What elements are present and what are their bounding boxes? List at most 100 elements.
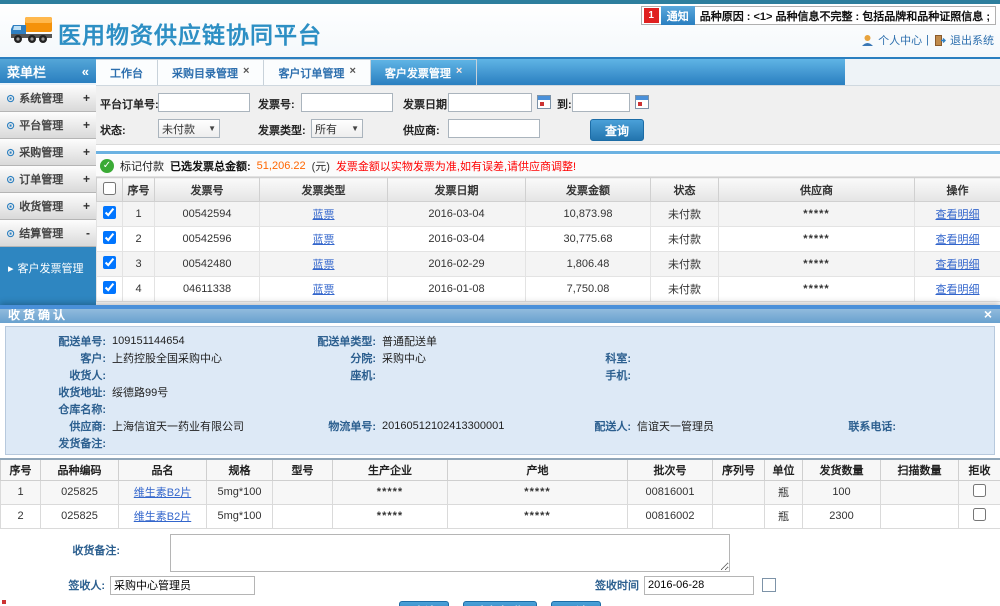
receipt-remark-label: 收货备注: [0, 534, 120, 572]
total-amount-value: 51,206.22 [257, 160, 306, 172]
truck-logo-icon [10, 14, 54, 46]
sign-row: 签收人: 签收时间 [0, 576, 1000, 595]
sidebar-collapse-icon[interactable]: « [82, 64, 89, 79]
view-detail-link[interactable]: 查看明细 [915, 227, 1000, 252]
view-detail-link[interactable]: 查看明细 [915, 252, 1000, 277]
cell-amount: 7,750.08 [526, 277, 651, 302]
invoice-table-header: 序号 发票号 发票类型 发票日期 发票金额 状态 供应商 操作 [97, 178, 1000, 202]
menu-bullet-icon: ⊙ [6, 173, 15, 186]
invoice-type-link[interactable]: 蓝票 [260, 277, 388, 302]
invoice-type-link[interactable]: 蓝票 [260, 227, 388, 252]
signer-input[interactable] [110, 576, 255, 595]
sidebar-menu-item[interactable]: ⊙ 结算管理 - [0, 220, 96, 247]
row-checkbox[interactable] [103, 281, 116, 294]
calendar-icon[interactable] [635, 95, 649, 109]
calendar-icon[interactable] [762, 578, 776, 592]
tab[interactable]: 采购目录管理 × [158, 59, 264, 85]
sidebar-menu-item[interactable]: ⊙ 订单管理 + [0, 166, 96, 193]
reject-checkbox[interactable] [973, 484, 986, 497]
sign-time-input[interactable] [644, 576, 754, 595]
notification-button[interactable]: 通知 [661, 6, 695, 25]
expand-toggle-icon[interactable]: + [83, 199, 90, 213]
column-header: 批次号 [628, 459, 713, 480]
receipt-remark-textarea[interactable] [170, 534, 730, 572]
reject-checkbox[interactable] [973, 508, 986, 521]
tab-close-icon[interactable]: × [349, 65, 355, 77]
invoice-type-select[interactable]: 所有 ▼ [311, 119, 363, 138]
chevron-down-icon: ▼ [208, 124, 216, 133]
cell-seq: 4 [123, 277, 155, 302]
invoice-no-input[interactable] [301, 93, 393, 112]
status-bar: ✓ 标记付款 已选发票总金额: 51,206.22 (元) 发票金额以实物发票为… [96, 155, 1000, 177]
delivery-no-value: 109151144654 [106, 335, 286, 347]
tab-close-icon[interactable]: × [243, 65, 249, 77]
expand-toggle-icon[interactable]: + [83, 91, 90, 105]
row-checkbox[interactable] [103, 256, 116, 269]
deliverer-label: 配送人: [536, 418, 631, 434]
product-name-link[interactable]: 维生素B2片 [119, 480, 207, 504]
cell-status: 未付款 [651, 202, 719, 227]
invoice-type-link[interactable]: 蓝票 [260, 252, 388, 277]
status-select-value: 未付款 [162, 121, 195, 137]
invoice-filter-form: 平台订单号: 发票号: 发票日期: 到: 状态: 未付款 ▼ 发票类型: 所有 [96, 85, 1000, 145]
tab-close-icon[interactable]: × [456, 65, 462, 77]
view-detail-link[interactable]: 查看明细 [915, 202, 1000, 227]
sign-time-label: 签收时间 [595, 577, 639, 593]
profile-link[interactable]: 个人中心 [878, 32, 922, 48]
row-checkbox[interactable] [103, 206, 116, 219]
submenu-item-label: 客户发票管理 [18, 260, 84, 276]
receipt-remark-row: 收货备注: [0, 534, 1000, 572]
search-button[interactable]: 查询 [590, 119, 644, 141]
info-row: 收货地址: 绥德路99号 [6, 383, 994, 400]
sidebar-menu-item[interactable]: ⊙ 系统管理 + [0, 85, 96, 112]
delivery-info-panel: 配送单号: 109151144654 配送单类型: 普通配送单 客户: 上药控股… [5, 326, 995, 455]
tab[interactable]: 客户发票管理 × [371, 59, 477, 85]
invoice-date-to-input[interactable] [572, 93, 630, 112]
sidebar-submenu-item[interactable]: ▸ 客户发票管理 [0, 255, 96, 281]
cancel-button[interactable]: 取消 [551, 601, 601, 606]
cell-spec: 5mg*100 [207, 480, 273, 504]
cell-qty: 2300 [803, 504, 881, 528]
sidebar-menu-item[interactable]: ⊙ 收货管理 + [0, 193, 96, 220]
cell-seq: 3 [123, 252, 155, 277]
platform-order-input[interactable] [158, 93, 250, 112]
signer-label: 签收人: [0, 577, 105, 593]
expand-toggle-icon[interactable]: + [83, 118, 90, 132]
tab[interactable]: 客户订单管理 × [264, 59, 370, 85]
view-detail-link[interactable]: 查看明细 [915, 277, 1000, 302]
select-all-checkbox[interactable] [103, 182, 116, 195]
page-title: 医用物资供应链协同平台 [58, 16, 322, 50]
invoice-type-link[interactable]: 蓝票 [260, 202, 388, 227]
column-header: 品种编码 [41, 459, 119, 480]
calendar-icon[interactable] [537, 95, 551, 109]
cell-supplier: ***** [719, 277, 915, 302]
row-checkbox[interactable] [103, 231, 116, 244]
sidebar-menu-item[interactable]: ⊙ 平台管理 + [0, 112, 96, 139]
invoice-table-row: 3 00542480 蓝票 2016-02-29 1,806.48 未付款 **… [97, 252, 1000, 277]
invoice-table-row: 1 00542594 蓝票 2016-03-04 10,873.98 未付款 *… [97, 202, 1000, 227]
sidebar-item-label: 收货管理 [19, 198, 63, 214]
tab[interactable]: 工作台 × [96, 59, 158, 85]
invoice-no-label: 发票号: [258, 96, 295, 112]
cell-seq: 1 [123, 202, 155, 227]
address-value: 绥德路99号 [106, 384, 994, 400]
logout-link[interactable]: 退出系统 [950, 32, 994, 48]
column-header: 品名 [119, 459, 207, 480]
info-row: 发货备注: [6, 434, 994, 451]
chevron-down-icon: ▼ [351, 124, 359, 133]
expand-toggle-icon[interactable]: + [83, 172, 90, 186]
warehouse-label: 仓库名称: [6, 401, 106, 417]
mark-paid-action[interactable]: 标记付款 [120, 158, 164, 174]
cell-supplier: ***** [719, 202, 915, 227]
expand-toggle-icon[interactable]: - [86, 226, 90, 240]
sidebar-menu-item[interactable]: ⊙ 采购管理 + [0, 139, 96, 166]
confirm-button[interactable]: 确认 [399, 601, 449, 606]
reject-all-button[interactable]: 全部拒收 [463, 601, 537, 606]
product-table-header: 序号 品种编码 品名 规格 型号 生产企业 产地 批次号 序列号 单位 发货数量… [1, 459, 1000, 480]
product-name-link[interactable]: 维生素B2片 [119, 504, 207, 528]
supplier-input[interactable] [448, 119, 540, 138]
invoice-date-from-input[interactable] [448, 93, 532, 112]
status-select[interactable]: 未付款 ▼ [158, 119, 220, 138]
expand-toggle-icon[interactable]: + [83, 145, 90, 159]
cell-date: 2016-01-08 [388, 277, 526, 302]
